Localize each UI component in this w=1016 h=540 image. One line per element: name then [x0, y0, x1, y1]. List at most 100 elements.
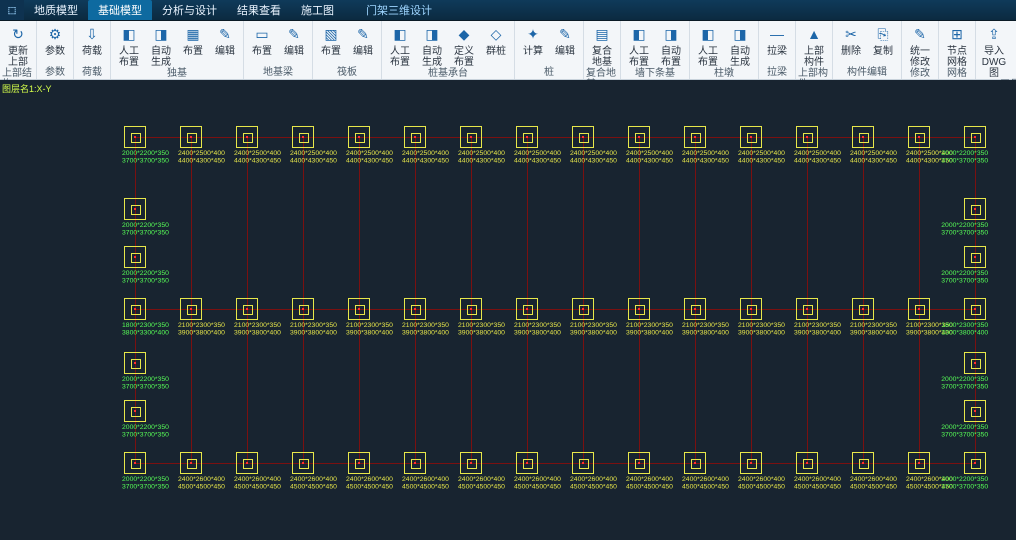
- ribbon-btn-1-0[interactable]: ⚙参数: [39, 22, 71, 67]
- ribbon-btn-3-2[interactable]: ▦布置: [177, 22, 209, 68]
- ribbon-label: 参数: [45, 46, 65, 57]
- ribbon-btn-16-1[interactable]: ⚒工具: [1010, 22, 1016, 79]
- footing-dims: 2400*2500*400 4400*4300*450: [850, 149, 897, 164]
- footing: [852, 126, 874, 148]
- ribbon-icon: ⇩: [81, 23, 103, 45]
- ribbon-icon: ▧: [320, 23, 342, 45]
- ribbon-icon: ▭: [251, 23, 273, 45]
- ribbon-btn-16-0[interactable]: ⇪导入 DWG图: [978, 22, 1010, 79]
- ribbon-group-12: ▲上部 构件上部构件: [796, 21, 833, 79]
- ribbon-group-5: ▧布置✎编辑筏板: [313, 21, 382, 79]
- ribbon-btn-6-0[interactable]: ◧人工 布置: [384, 22, 416, 68]
- ribbon-icon: ◨: [729, 23, 751, 45]
- ribbon-label: 人工 布置: [698, 46, 718, 68]
- ribbon-btn-4-1[interactable]: ✎编辑: [278, 22, 310, 67]
- ribbon-btn-6-3[interactable]: ◇群桩: [480, 22, 512, 68]
- ribbon-icon: ◆: [453, 23, 475, 45]
- ribbon-btn-3-3[interactable]: ✎编辑: [209, 22, 241, 68]
- ribbon-icon: ◧: [628, 23, 650, 45]
- footing-dims: 2100*2300*350 3900*3800*400: [850, 321, 897, 336]
- footing: [964, 298, 986, 320]
- footing: [124, 126, 146, 148]
- ribbon-group-2: ⇩荷载荷载: [74, 21, 111, 79]
- ribbon-btn-14-0[interactable]: ✎统一 修改: [904, 22, 936, 68]
- beam-h: [135, 137, 975, 138]
- footing: [124, 198, 146, 220]
- ribbon-btn-2-0[interactable]: ⇩荷载: [76, 22, 108, 67]
- ribbon-btn-3-1[interactable]: ◨自动 生成: [145, 22, 177, 68]
- ribbon-btn-9-1[interactable]: ◨自动 布置: [655, 22, 687, 68]
- ribbon-btn-7-1[interactable]: ✎编辑: [549, 22, 581, 67]
- footing-dims: 2100*2300*350 3900*3800*400: [626, 321, 673, 336]
- footing-dims: 2400*2500*400 4400*4300*450: [794, 149, 841, 164]
- footing: [964, 400, 986, 422]
- footing-dims: 1800*2300*350 3300*3800*400: [941, 321, 988, 336]
- tab-4[interactable]: 施工图: [291, 0, 344, 20]
- ribbon-label: 上部 构件: [804, 46, 824, 68]
- footing-dims: 2400*2600*400 4500*4500*450: [234, 475, 281, 490]
- ribbon-btn-12-0[interactable]: ▲上部 构件: [798, 22, 830, 68]
- footing: [852, 452, 874, 474]
- ribbon-btn-15-0[interactable]: ⊞节点 网格: [941, 22, 973, 68]
- footing: [516, 452, 538, 474]
- ribbon-btn-13-1[interactable]: ⎘复制: [867, 22, 899, 67]
- ribbon-btn-5-0[interactable]: ▧布置: [315, 22, 347, 67]
- ribbon-btn-4-0[interactable]: ▭布置: [246, 22, 278, 67]
- ribbon-caption: 拉梁: [767, 67, 787, 79]
- ribbon-btn-9-0[interactable]: ◧人工 布置: [623, 22, 655, 68]
- tab-alt[interactable]: 门架三维设计: [356, 0, 442, 20]
- tab-1[interactable]: 基础模型: [88, 0, 152, 20]
- footing: [348, 298, 370, 320]
- ribbon-btn-13-0[interactable]: ✂删除: [835, 22, 867, 67]
- ribbon-label: 编辑: [215, 46, 235, 57]
- ribbon-icon: ◨: [150, 23, 172, 45]
- ribbon-btn-5-1[interactable]: ✎编辑: [347, 22, 379, 67]
- ribbon-group-15: ⊞节点 网格网格: [939, 21, 976, 79]
- footing-dims: 2000*2200*350 3700*3700*350: [941, 423, 988, 438]
- ribbon-caption: 柱墩: [714, 68, 734, 80]
- ribbon-caption: 筏板: [337, 67, 357, 79]
- footing-dims: 2400*2600*400 4500*4500*450: [682, 475, 729, 490]
- ribbon-caption: 构件编辑: [847, 67, 887, 79]
- footing: [516, 298, 538, 320]
- app-logo: ⬚: [0, 0, 24, 20]
- footing-dims: 2400*2500*400 4400*4300*450: [178, 149, 225, 164]
- drawing-canvas[interactable]: 图层名1:X-Y 2000*2200*350 3700*3700*3502400…: [0, 80, 1016, 540]
- ribbon-btn-10-1[interactable]: ◨自动 生成: [724, 22, 756, 68]
- ribbon-btn-7-0[interactable]: ✦计算: [517, 22, 549, 67]
- ribbon-btn-0-0[interactable]: ↻更新 上部: [2, 22, 34, 68]
- footing: [740, 298, 762, 320]
- footing: [348, 126, 370, 148]
- ribbon-group-10: ◧人工 布置◨自动 生成柱墩: [690, 21, 759, 79]
- ribbon-group-4: ▭布置✎编辑地基梁: [244, 21, 313, 79]
- footing: [180, 452, 202, 474]
- ribbon-btn-3-0[interactable]: ◧人工 布置: [113, 22, 145, 68]
- tab-3[interactable]: 结果查看: [227, 0, 291, 20]
- footing: [236, 126, 258, 148]
- footing-dims: 2100*2300*350 3900*3800*400: [234, 321, 281, 336]
- ribbon-group-9: ◧人工 布置◨自动 布置墙下条基: [621, 21, 690, 79]
- ribbon-label: 布置: [321, 46, 341, 57]
- ribbon-btn-10-0[interactable]: ◧人工 布置: [692, 22, 724, 68]
- ribbon-label: 群桩: [486, 46, 506, 57]
- footing: [292, 126, 314, 148]
- ribbon-btn-6-1[interactable]: ◨自动 生成: [416, 22, 448, 68]
- footing: [572, 126, 594, 148]
- tab-0[interactable]: 地质模型: [24, 0, 88, 20]
- ribbon-btn-11-0[interactable]: —拉梁: [761, 22, 793, 67]
- ribbon-group-13: ✂删除⎘复制构件编辑: [833, 21, 902, 79]
- ribbon-icon: ⎘: [872, 23, 894, 45]
- ribbon-btn-6-2[interactable]: ◆定义 布置: [448, 22, 480, 68]
- ribbon-icon: ▲: [803, 23, 825, 45]
- footing-dims: 2000*2200*350 3700*3700*350: [122, 269, 169, 284]
- ribbon-icon: ✎: [554, 23, 576, 45]
- footing: [516, 126, 538, 148]
- footing: [908, 126, 930, 148]
- tab-2[interactable]: 分析与设计: [152, 0, 227, 20]
- footing: [572, 452, 594, 474]
- ribbon-btn-8-0[interactable]: ▤复合 地基: [586, 22, 618, 68]
- footing-dims: 2000*2200*350 3700*3700*350: [122, 423, 169, 438]
- ribbon-label: 编辑: [555, 46, 575, 57]
- footing: [572, 298, 594, 320]
- footing: [964, 126, 986, 148]
